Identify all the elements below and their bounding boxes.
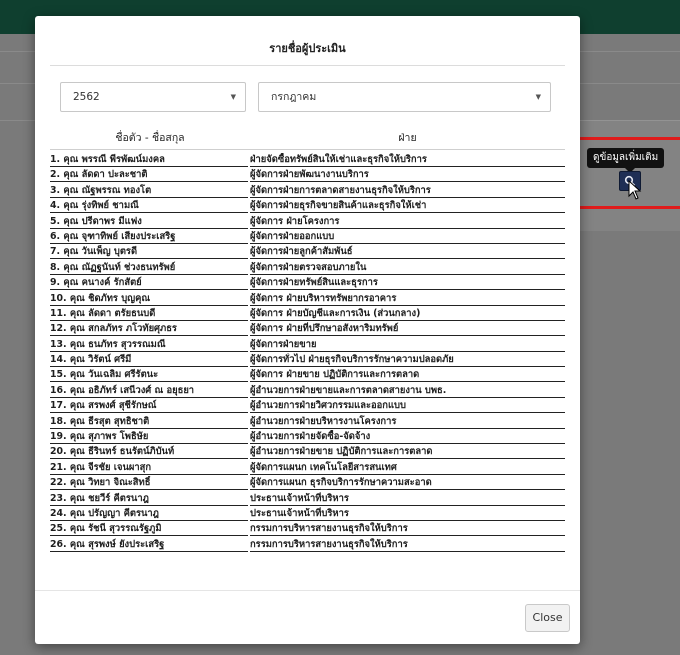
evaluator-name: 18. คุณ ธีรสุต สุทธิชาติ: [50, 415, 248, 429]
evaluator-name: 3. คุณ ณัฐพรรณ ทองโต: [50, 184, 248, 198]
evaluator-department: ผู้อำนวยการฝ่ายวิศวกรรมและออกแบบ: [250, 399, 565, 414]
evaluator-name: 23. คุณ ชยวีร์ คีตรนาฎ: [50, 492, 248, 506]
close-button[interactable]: Close: [525, 604, 570, 632]
table-row: 11. คุณ ลัดดา ตรัยธนบดี ผู้จัดการ ฝ่ายบัญ…: [50, 306, 565, 321]
evaluator-name: 22. คุณ วิทยา จิณะสิทธิ์: [50, 476, 248, 491]
table-row: 9. คุณ คนางค์ รักสัตย์ ผู้จัดการฝ่ายทรัพย…: [50, 275, 565, 291]
year-select-value: 2562: [73, 91, 100, 103]
table-row: 15. คุณ วันเฉลิม ศรีรัตนะ ผู้จัดการ ฝ่ายข…: [50, 367, 565, 383]
month-select[interactable]: กรกฎาคม ▼: [258, 82, 551, 112]
evaluator-name: 26. คุณ สุรพงษ์ ยังประเสริฐ: [50, 538, 248, 552]
table-row: 12. คุณ สกลภัทร ภโวทัยศุภธร ผู้จัดการ ฝ่า…: [50, 321, 565, 337]
evaluator-list-modal: รายชื่อผู้ประเมิน 2562 ▼ กรกฎาคม ▼ ชื่อต…: [35, 16, 580, 644]
evaluator-name: 12. คุณ สกลภัทร ภโวทัยศุภธร: [50, 322, 248, 337]
evaluator-department: ผู้จัดการ ฝ่ายขาย ปฏิบัติการและการตลาด: [250, 368, 565, 383]
evaluator-name: 8. คุณ ณัฏฐนันท์ ช่วงธนทรัพย์: [50, 261, 248, 275]
modal-body: รายชื่อผู้ประเมิน 2562 ▼ กรกฎาคม ▼ ชื่อต…: [50, 33, 565, 603]
evaluator-department: ผู้จัดการ ฝ่ายโครงการ: [250, 215, 565, 229]
table-row: 1. คุณ พรรณี พีรพัฒน์มงคล ฝ่ายจัดซื้อทรัพ…: [50, 152, 565, 167]
table-row: 17. คุณ สรพงศ์ สุชีรักษณ์ ผู้อำนวยการฝ่าย…: [50, 398, 565, 414]
table-row: 13. คุณ ธนภัทร สุวรรณมณี ผู้จัดการฝ่ายขาย: [50, 337, 565, 352]
evaluator-name: 17. คุณ สรพงศ์ สุชีรักษณ์: [50, 399, 248, 414]
table-row: 18. คุณ ธีรสุต สุทธิชาติ ผู้อำนวยการฝ่ายบ…: [50, 414, 565, 429]
evaluator-name: 5. คุณ ปรีดาพร มีแฟง: [50, 215, 248, 229]
evaluator-department: ผู้จัดการฝ่ายลูกค้าสัมพันธ์: [250, 245, 565, 260]
evaluator-name: 11. คุณ ลัดดา ตรัยธนบดี: [50, 307, 248, 321]
evaluator-name: 16. คุณ อธิภัทร์ เสนีวงศ์ ณ อยุธยา: [50, 384, 248, 398]
evaluator-name: 2. คุณ ลัดดา ปะละชาติ: [50, 168, 248, 183]
evaluator-department: ผู้จัดการฝ่ายออกแบบ: [250, 230, 565, 244]
table-row: 16. คุณ อธิภัทร์ เสนีวงศ์ ณ อยุธยา ผู้อำน…: [50, 383, 565, 398]
evaluator-name: 24. คุณ ปรัญญา คีตรนาฎ: [50, 507, 248, 521]
caret-down-icon: ▼: [230, 93, 236, 101]
month-select-value: กรกฎาคม: [271, 91, 317, 103]
table-row: 6. คุณ จุฑาทิพย์ เสียงประเสริฐ ผู้จัดการฝ…: [50, 229, 565, 244]
evaluator-department: ผู้จัดการฝ่ายการตลาดสายงานธุรกิจให้บริกา…: [250, 184, 565, 198]
evaluator-department: ผู้จัดการ ฝ่ายบัญชีและการเงิน (ส่วนกลาง): [250, 307, 565, 321]
evaluator-department: ผู้จัดการฝ่ายขาย: [250, 338, 565, 352]
evaluator-department: กรรมการบริหารสายงานธุรกิจให้บริการ: [250, 522, 565, 537]
evaluator-name: 20. คุณ ธีรินทร์ ธนรัตน์ภิบันท์: [50, 445, 248, 460]
evaluator-name: 13. คุณ ธนภัทร สุวรรณมณี: [50, 338, 248, 352]
evaluator-name: 6. คุณ จุฑาทิพย์ เสียงประเสริฐ: [50, 230, 248, 244]
table-row: 5. คุณ ปรีดาพร มีแฟง ผู้จัดการ ฝ่ายโครงกา…: [50, 214, 565, 229]
evaluator-table: 1. คุณ พรรณี พีรพัฒน์มงคล ฝ่ายจัดซื้อทรัพ…: [50, 152, 565, 552]
evaluator-name: 7. คุณ วันเพ็ญ บุตรดี: [50, 245, 248, 260]
evaluator-department: ผู้อำนวยการฝ่ายขายและการตลาดสายงาน บพธ.: [250, 384, 565, 398]
evaluator-department: ผู้อำนวยการฝ่ายจัดซื้อ-จัดจ้าง: [250, 430, 565, 445]
tooltip: ดูข้อมูลเพิ่มเติม: [587, 148, 665, 173]
evaluator-name: 1. คุณ พรรณี พีรพัฒน์มงคล: [50, 153, 248, 167]
evaluator-name: 14. คุณ วิรัตน์ ศรีมี: [50, 353, 248, 368]
table-row: 22. คุณ วิทยา จิณะสิทธิ์ ผู้จัดการแผนก ธุ…: [50, 475, 565, 491]
evaluator-name: 15. คุณ วันเฉลิม ศรีรัตนะ: [50, 368, 248, 383]
table-header: ชื่อตัว - ชื่อสกุล ฝ่าย: [50, 123, 565, 150]
evaluator-department: ผู้จัดการฝ่ายพัฒนางานบริการ: [250, 168, 565, 183]
evaluator-department: ผู้จัดการฝ่ายตรวจสอบภายใน: [250, 261, 565, 275]
evaluator-name: 19. คุณ สุภาพร โพธิษัย: [50, 430, 248, 445]
year-select[interactable]: 2562 ▼: [60, 82, 246, 112]
evaluator-department: ผู้จัดการแผนก เทคโนโลยีสารสนเทศ: [250, 461, 565, 475]
table-row: 26. คุณ สุรพงษ์ ยังประเสริฐ กรรมการบริหาร…: [50, 537, 565, 552]
table-row: 10. คุณ ชิดภัทร บุญคุณ ผู้จัดการ ฝ่ายบริห…: [50, 291, 565, 306]
evaluator-department: ผู้จัดการทั่วไป ฝ่ายธุรกิจบริการรักษาควา…: [250, 353, 565, 368]
evaluator-department: ผู้จัดการ ฝ่ายที่ปรึกษาอสังหาริมทรัพย์: [250, 322, 565, 337]
table-row: 25. คุณ รัชนี สุวรรณรัฐภูมิ กรรมการบริหาร…: [50, 521, 565, 537]
evaluator-department: ผู้อำนวยการฝ่ายขาย ปฏิบัติการและการตลาด: [250, 445, 565, 460]
evaluator-name: 4. คุณ รุ่งทิพย์ ชามณี: [50, 199, 248, 214]
table-row: 7. คุณ วันเพ็ญ บุตรดี ผู้จัดการฝ่ายลูกค้า…: [50, 244, 565, 260]
evaluator-department: ผู้จัดการฝ่ายทรัพย์สินและธุรการ: [250, 276, 565, 291]
table-row: 23. คุณ ชยวีร์ คีตรนาฎ ประธานเจ้าหน้าที่บ…: [50, 491, 565, 506]
evaluator-department: ฝ่ายจัดซื้อทรัพย์สินให้เช่าและธุรกิจให้บ…: [250, 153, 565, 167]
evaluator-name: 9. คุณ คนางค์ รักสัตย์: [50, 276, 248, 291]
table-row: 3. คุณ ณัฐพรรณ ทองโต ผู้จัดการฝ่ายการตลาด…: [50, 183, 565, 198]
table-row: 19. คุณ สุภาพร โพธิษัย ผู้อำนวยการฝ่ายจัด…: [50, 429, 565, 445]
cursor-arrow-icon: [628, 180, 642, 200]
column-header-name: ชื่อตัว - ชื่อสกุล: [115, 132, 185, 144]
column-header-department: ฝ่าย: [398, 132, 417, 144]
table-row: 8. คุณ ณัฏฐนันท์ ช่วงธนทรัพย์ ผู้จัดการฝ่…: [50, 260, 565, 275]
evaluator-department: ประธานเจ้าหน้าที่บริหาร: [250, 492, 565, 506]
evaluator-department: ผู้จัดการแผนก ธุรกิจบริการรักษาความสะอาด: [250, 476, 565, 491]
table-row: 24. คุณ ปรัญญา คีตรนาฎ ประธานเจ้าหน้าที่บ…: [50, 506, 565, 521]
evaluator-name: 10. คุณ ชิดภัทร บุญคุณ: [50, 292, 248, 306]
table-row: 20. คุณ ธีรินทร์ ธนรัตน์ภิบันท์ ผู้อำนวยก…: [50, 444, 565, 460]
table-row: 2. คุณ ลัดดา ปะละชาติ ผู้จัดการฝ่ายพัฒนาง…: [50, 167, 565, 183]
evaluator-department: ประธานเจ้าหน้าที่บริหาร: [250, 507, 565, 521]
evaluator-name: 25. คุณ รัชนี สุวรรณรัฐภูมิ: [50, 522, 248, 537]
table-row: 21. คุณ จีรชัย เจนผาสุก ผู้จัดการแผนก เทค…: [50, 460, 565, 475]
table-row: 14. คุณ วิรัตน์ ศรีมี ผู้จัดการทั่วไป ฝ่า…: [50, 352, 565, 368]
table-row: 4. คุณ รุ่งทิพย์ ชามณี ผู้จัดการฝ่ายธุรกิ…: [50, 198, 565, 214]
evaluator-department: กรรมการบริหารสายงานธุรกิจให้บริการ: [250, 538, 565, 552]
evaluator-department: ผู้อำนวยการฝ่ายบริหารงานโครงการ: [250, 415, 565, 429]
evaluator-department: ผู้จัดการ ฝ่ายบริหารทรัพยากรอาคาร: [250, 292, 565, 306]
evaluator-name: 21. คุณ จีรชัย เจนผาสุก: [50, 461, 248, 475]
modal-title: รายชื่อผู้ประเมิน: [50, 33, 565, 66]
modal-footer-divider: [35, 590, 580, 591]
caret-down-icon: ▼: [535, 93, 541, 101]
evaluator-department: ผู้จัดการฝ่ายธุรกิจขายสินค้าและธุรกิจให้…: [250, 199, 565, 214]
